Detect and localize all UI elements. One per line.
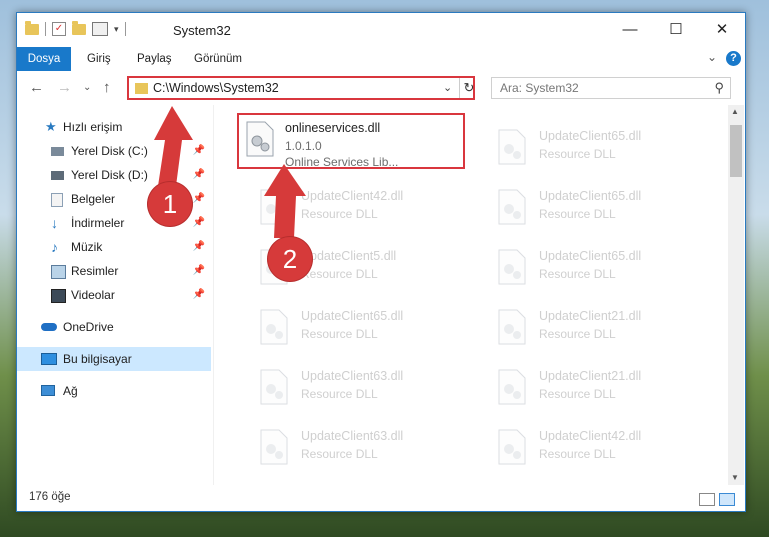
arrow-1 <box>154 106 193 186</box>
step-1-badge: 1 <box>148 182 192 226</box>
arrow-2 <box>264 164 306 238</box>
annotation-overlay <box>154 106 306 238</box>
step-2-badge: 2 <box>268 237 312 281</box>
